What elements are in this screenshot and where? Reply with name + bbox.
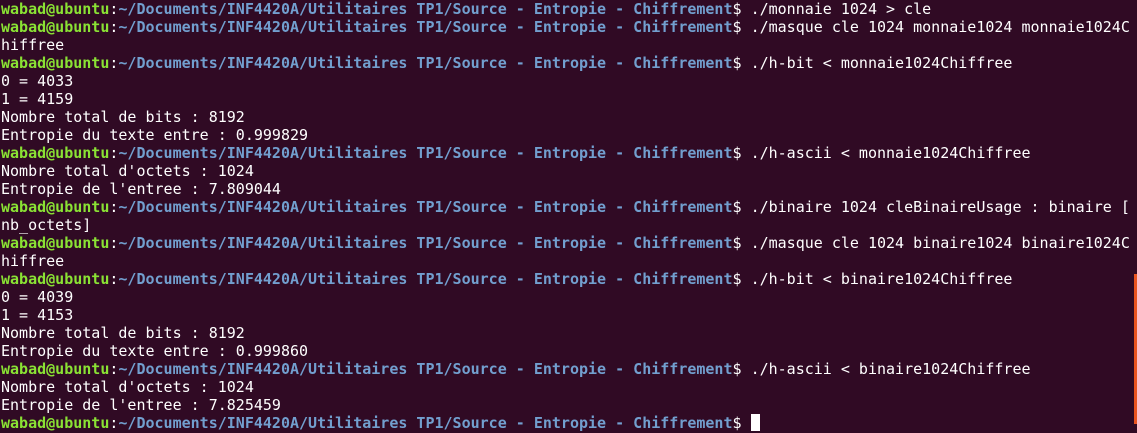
prompt-path: ~/Documents/INF4420A/Utilitaires TP1/Sou… — [118, 0, 733, 18]
prompt-path: ~/Documents/INF4420A/Utilitaires TP1/Sou… — [118, 360, 733, 378]
prompt-dollar: $ — [732, 0, 751, 18]
output-line: Entropie de l'entree : 7.809044 — [1, 180, 281, 198]
prompt-path: ~/Documents/INF4420A/Utilitaires TP1/Sou… — [118, 144, 733, 162]
prompt-dollar: $ — [732, 414, 751, 432]
command-text: ./h-bit < monnaie1024Chiffree — [750, 54, 1013, 72]
command-text: ./monnaie 1024 > cle — [750, 0, 932, 18]
prompt-line: wabad@ubuntu:~/Documents/INF4420A/Utilit… — [1, 414, 1123, 432]
prompt-dollar: $ — [732, 18, 751, 36]
output-line: Nombre total de bits : 8192 — [1, 108, 245, 126]
output-line: 0 = 4033 — [1, 72, 74, 90]
prompt-line: wabad@ubuntu:~/Documents/INF4420A/Utilit… — [1, 270, 1123, 288]
prompt-user-host: wabad@ubuntu — [1, 198, 110, 216]
output-line: Entropie du texte entre : 0.999860 — [1, 342, 309, 360]
output-line: Entropie de l'entree : 7.825459 — [1, 396, 281, 414]
prompt-line: wabad@ubuntu:~/Documents/INF4420A/Utilit… — [1, 234, 1130, 252]
prompt-dollar: $ — [732, 270, 751, 288]
output-line: Nombre total de bits : 8192 — [1, 324, 245, 342]
prompt-path: ~/Documents/INF4420A/Utilitaires TP1/Sou… — [118, 18, 733, 36]
command-text: ./h-bit < binaire1024Chiffree — [750, 270, 1013, 288]
prompt-dollar: $ — [732, 144, 751, 162]
output-line: hiffree — [1, 36, 65, 54]
prompt-user-host: wabad@ubuntu — [1, 414, 110, 432]
prompt-dollar: $ — [732, 234, 751, 252]
terminal-output: wabad@ubuntu:~/Documents/INF4420A/Utilit… — [1, 0, 1130, 432]
command-text: ./masque cle 1024 monnaie1024 monnaie102… — [750, 18, 1130, 36]
prompt-user-host: wabad@ubuntu — [1, 0, 110, 18]
prompt-dollar: $ — [732, 360, 751, 378]
output-line: Entropie du texte entre : 0.999829 — [1, 126, 309, 144]
output-line: hiffree — [1, 252, 65, 270]
terminal-window[interactable]: wabad@ubuntu:~/Documents/INF4420A/Utilit… — [0, 0, 1137, 433]
prompt-path: ~/Documents/INF4420A/Utilitaires TP1/Sou… — [118, 198, 733, 216]
output-line: 0 = 4039 — [1, 288, 74, 306]
output-line: 1 = 4159 — [1, 90, 74, 108]
prompt-path: ~/Documents/INF4420A/Utilitaires TP1/Sou… — [118, 54, 733, 72]
prompt-user-host: wabad@ubuntu — [1, 144, 110, 162]
prompt-dollar: $ — [732, 198, 751, 216]
command-text: ./h-ascii < monnaie1024Chiffree — [750, 144, 1031, 162]
prompt-path: ~/Documents/INF4420A/Utilitaires TP1/Sou… — [118, 270, 733, 288]
prompt-dollar: $ — [732, 54, 751, 72]
prompt-line: wabad@ubuntu:~/Documents/INF4420A/Utilit… — [1, 0, 1123, 18]
output-line: Nombre total d'octets : 1024 — [1, 162, 254, 180]
prompt-user-host: wabad@ubuntu — [1, 360, 110, 378]
prompt-path: ~/Documents/INF4420A/Utilitaires TP1/Sou… — [118, 234, 733, 252]
output-line: Nombre total d'octets : 1024 — [1, 378, 254, 396]
prompt-user-host: wabad@ubuntu — [1, 234, 110, 252]
command-text: ./masque cle 1024 binaire1024 binaire102… — [750, 234, 1130, 252]
prompt-line: wabad@ubuntu:~/Documents/INF4420A/Utilit… — [1, 54, 1123, 72]
command-text: ./binaire 1024 cleBinaireUsage : binaire… — [750, 198, 1130, 216]
prompt-line: wabad@ubuntu:~/Documents/INF4420A/Utilit… — [1, 144, 1123, 162]
prompt-line: wabad@ubuntu:~/Documents/INF4420A/Utilit… — [1, 198, 1130, 216]
prompt-user-host: wabad@ubuntu — [1, 18, 110, 36]
prompt-user-host: wabad@ubuntu — [1, 270, 110, 288]
output-line: nb_octets] — [1, 216, 92, 234]
output-line: 1 = 4153 — [1, 306, 74, 324]
terminal-cursor[interactable] — [750, 414, 760, 431]
prompt-line: wabad@ubuntu:~/Documents/INF4420A/Utilit… — [1, 18, 1130, 36]
command-text: ./h-ascii < binaire1024Chiffree — [750, 360, 1031, 378]
prompt-path: ~/Documents/INF4420A/Utilitaires TP1/Sou… — [118, 414, 733, 432]
prompt-line: wabad@ubuntu:~/Documents/INF4420A/Utilit… — [1, 360, 1123, 378]
prompt-user-host: wabad@ubuntu — [1, 54, 110, 72]
